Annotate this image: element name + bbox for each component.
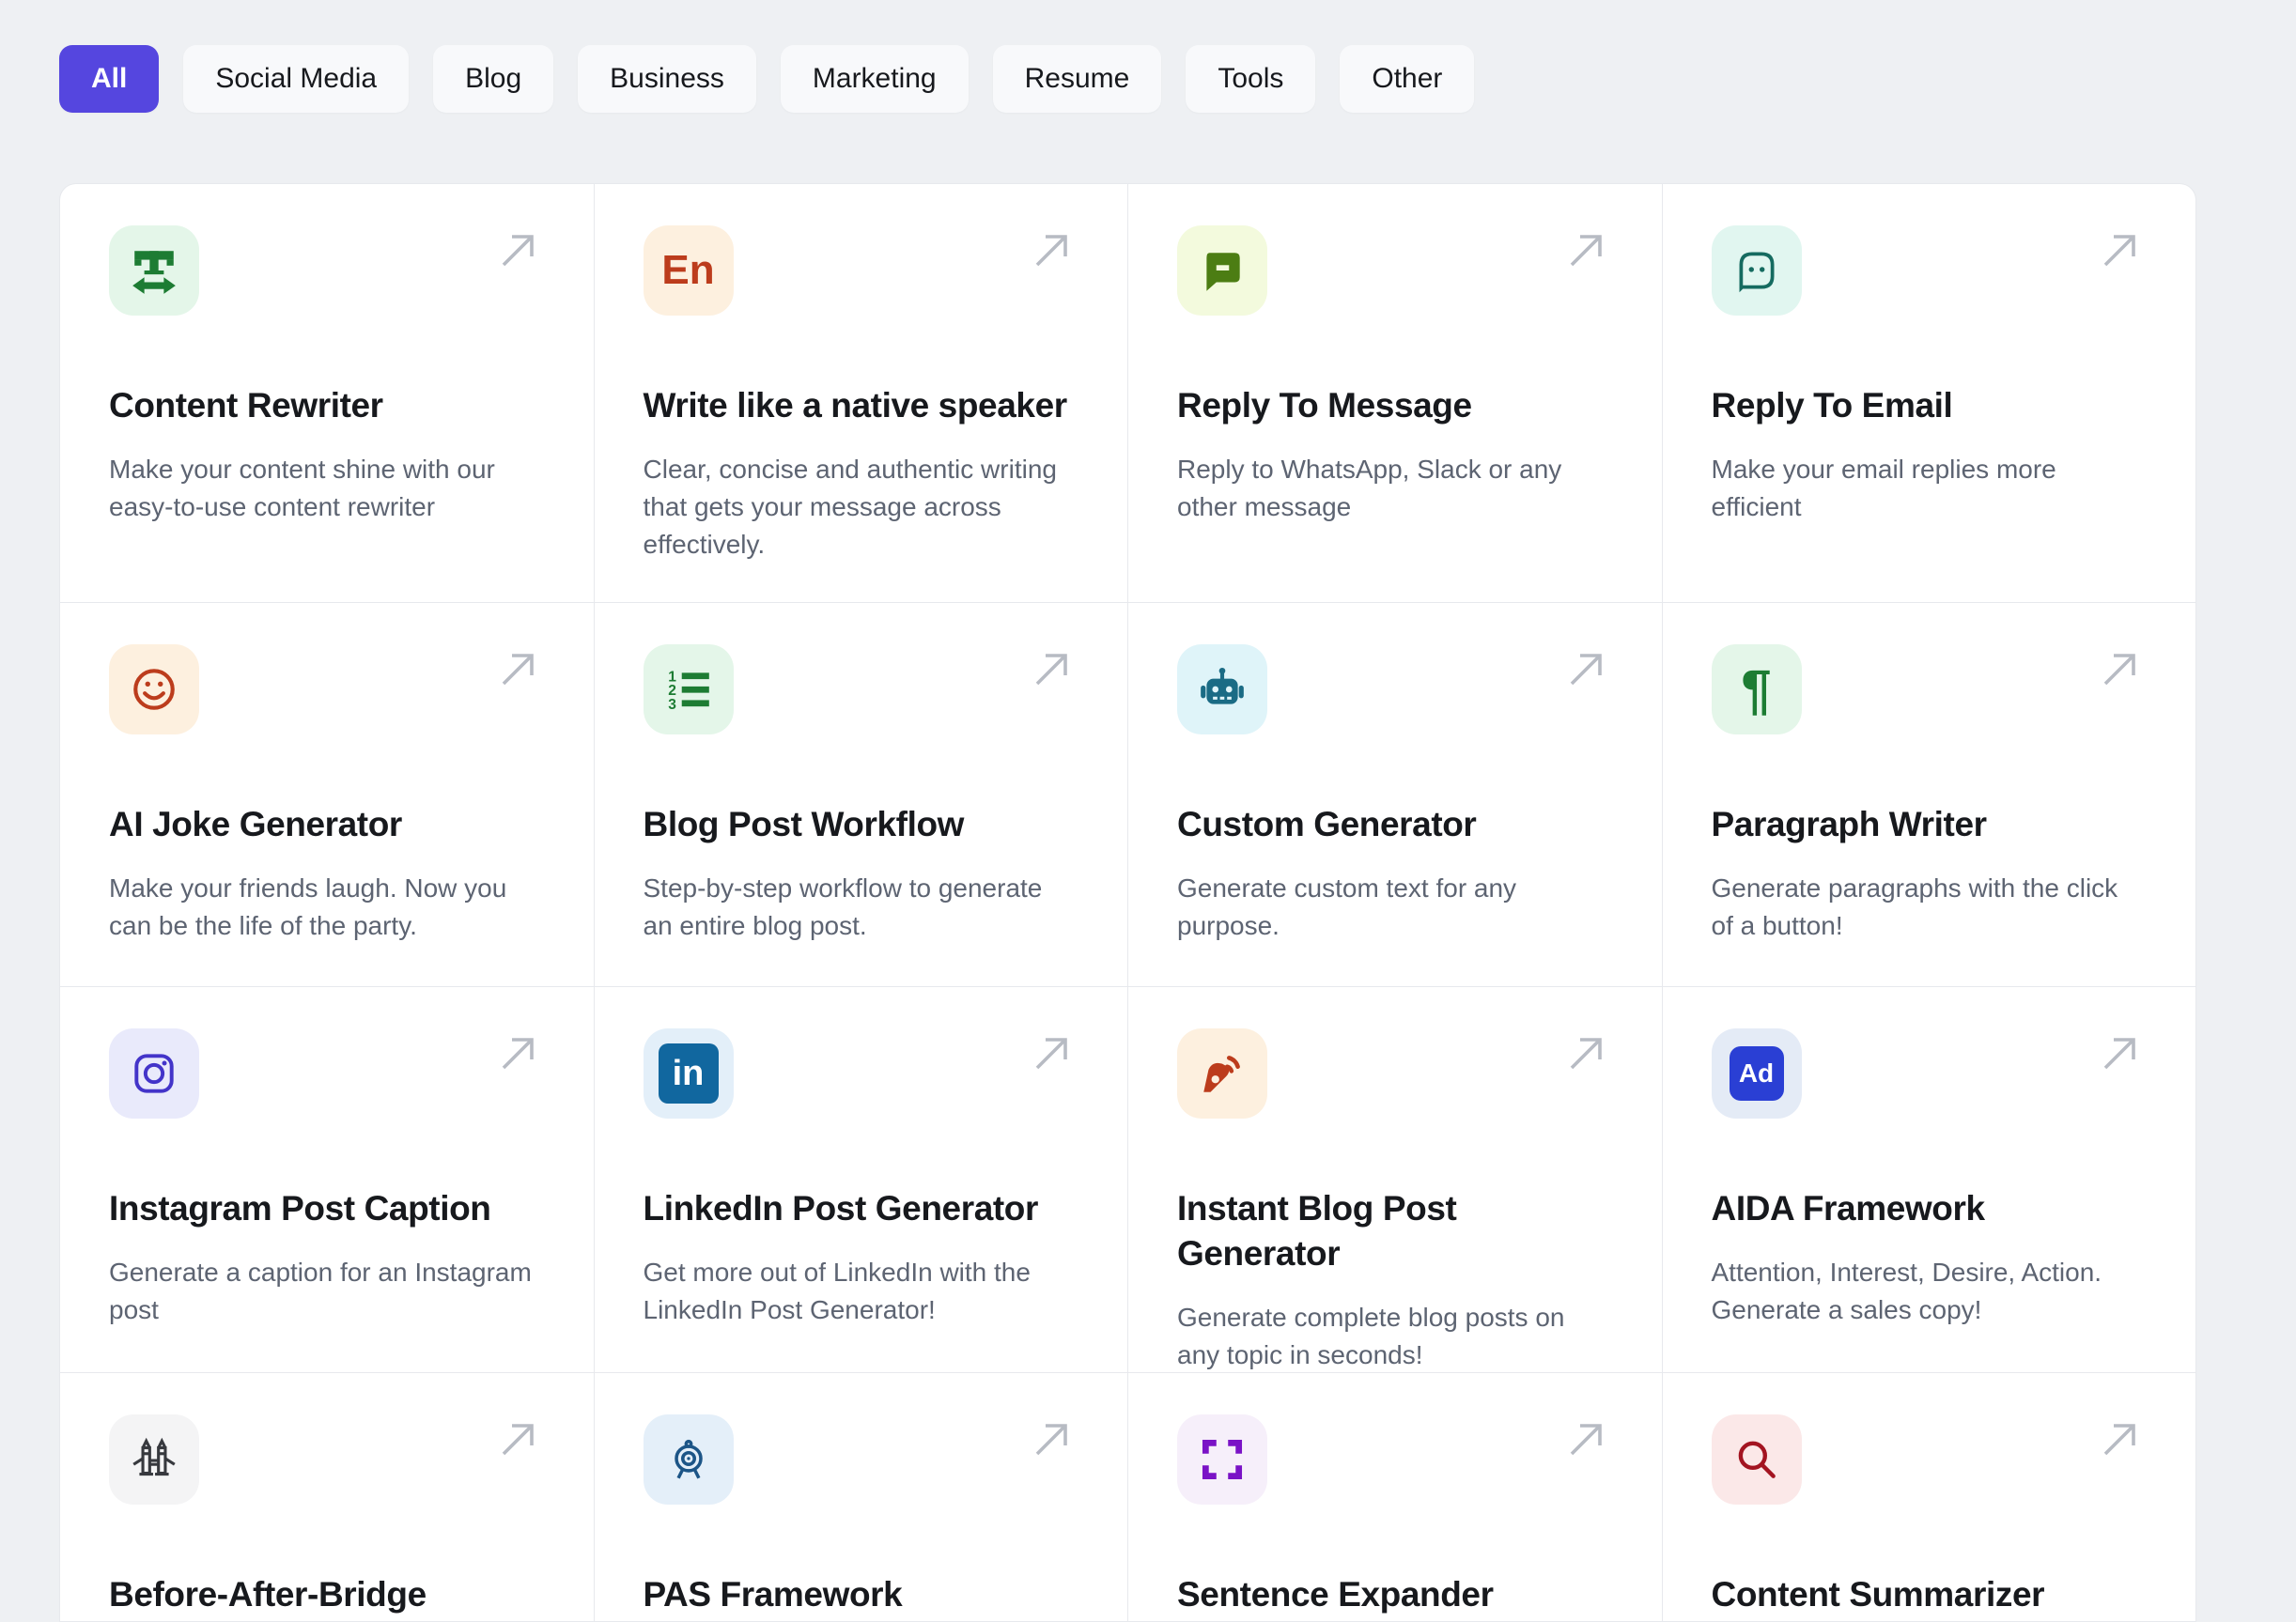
filter-tab-business[interactable]: Business (578, 45, 756, 113)
card-title: Blog Post Workflow (643, 805, 965, 843)
pilcrow-icon: ¶ (1711, 644, 1802, 734)
ad-badge-icon: Ad (1711, 1028, 1802, 1119)
card-description: Generate complete blog posts on any topi… (1177, 1303, 1565, 1369)
tool-card[interactable]: Ad AIDA Framework Attention, Interest, D… (1662, 987, 2195, 1372)
tool-card[interactable]: in LinkedIn Post Generator Get more out … (594, 987, 1127, 1372)
open-in-new-arrow-icon[interactable] (1030, 1416, 1075, 1461)
open-in-new-arrow-icon[interactable] (2098, 1030, 2143, 1075)
open-in-new-arrow-icon[interactable] (1030, 646, 1075, 691)
card-title: Before-After-Bridge (109, 1575, 427, 1614)
tool-card[interactable]: En Write like a native speaker Clear, co… (594, 184, 1127, 602)
linkedin-badge-icon: in (643, 1028, 734, 1119)
text-width-icon (109, 225, 199, 316)
open-in-new-arrow-icon[interactable] (1564, 1416, 1609, 1461)
ordered-list-icon: 123 (643, 644, 734, 734)
card-description: Make your friends laugh. Now you can be … (109, 873, 507, 940)
tool-card[interactable]: 123 Blog Post Workflow Step-by-step work… (594, 603, 1127, 986)
card-title: Paragraph Writer (1711, 805, 1988, 843)
filter-tab-blog[interactable]: Blog (433, 45, 554, 113)
card-title: PAS Framework (643, 1575, 903, 1614)
smiley-icon (109, 644, 199, 734)
open-in-new-arrow-icon[interactable] (496, 1030, 541, 1075)
pen-signal-icon (1177, 1028, 1267, 1119)
open-in-new-arrow-icon[interactable] (1564, 227, 1609, 272)
tool-card[interactable]: Instant Blog Post Generator Generate com… (1128, 987, 1662, 1372)
card-description: Generate a caption for an Instagram post (109, 1258, 532, 1324)
card-title: Reply To Message (1177, 386, 1472, 425)
tool-card[interactable]: Before-After-Bridge (60, 1373, 594, 1621)
filter-tab-resume[interactable]: Resume (992, 45, 1162, 113)
card-title: Write like a native speaker (643, 386, 1068, 425)
card-title: AIDA Framework (1711, 1189, 1986, 1228)
open-in-new-arrow-icon[interactable] (2098, 1416, 2143, 1461)
tool-card[interactable]: Instagram Post Caption Generate a captio… (60, 987, 594, 1372)
chat-bubble-minus-icon (1177, 225, 1267, 316)
open-in-new-arrow-icon[interactable] (2098, 646, 2143, 691)
filter-tab-social-media[interactable]: Social Media (183, 45, 410, 113)
tool-card[interactable]: Content Summarizer (1662, 1373, 2195, 1621)
card-title: Reply To Email (1711, 386, 1953, 425)
target-stand-icon (643, 1414, 734, 1505)
card-title: AI Joke Generator (109, 805, 402, 843)
en-language-icon: En (643, 225, 734, 316)
chat-bubble-dots-icon (1711, 225, 1802, 316)
card-title: Instant Blog Post Generator (1177, 1189, 1457, 1273)
card-description: Make your email replies more efficient (1711, 455, 2056, 521)
card-description: Generate paragraphs with the click of a … (1711, 873, 2118, 940)
tool-card[interactable]: Content Rewriter Make your content shine… (60, 184, 594, 602)
expand-icon (1177, 1414, 1267, 1505)
instagram-icon (109, 1028, 199, 1119)
templates-grid: Content Rewriter Make your content shine… (60, 184, 2195, 1621)
card-description: Generate custom text for any purpose. (1177, 873, 1517, 940)
svg-text:3: 3 (668, 697, 676, 713)
card-description: Get more out of LinkedIn with the Linked… (643, 1258, 1031, 1324)
card-title: Sentence Expander (1177, 1575, 1494, 1614)
tool-card[interactable]: AI Joke Generator Make your friends laug… (60, 603, 594, 986)
filter-tab-tools[interactable]: Tools (1186, 45, 1316, 113)
card-title: Custom Generator (1177, 805, 1477, 843)
card-title: Content Summarizer (1711, 1575, 2045, 1614)
open-in-new-arrow-icon[interactable] (1564, 646, 1609, 691)
card-description: Attention, Interest, Desire, Action. Gen… (1711, 1258, 2102, 1324)
open-in-new-arrow-icon[interactable] (496, 646, 541, 691)
card-description: Step-by-step workflow to generate an ent… (643, 873, 1043, 940)
tool-card[interactable]: Reply To Message Reply to WhatsApp, Slac… (1128, 184, 1662, 602)
robot-icon (1177, 644, 1267, 734)
card-description: Reply to WhatsApp, Slack or any other me… (1177, 455, 1562, 521)
magnifier-icon (1711, 1414, 1802, 1505)
filter-tab-other[interactable]: Other (1340, 45, 1475, 113)
card-title: Instagram Post Caption (109, 1189, 491, 1228)
open-in-new-arrow-icon[interactable] (496, 1416, 541, 1461)
open-in-new-arrow-icon[interactable] (1030, 1030, 1075, 1075)
open-in-new-arrow-icon[interactable] (496, 227, 541, 272)
open-in-new-arrow-icon[interactable] (2098, 227, 2143, 272)
tool-card[interactable]: ¶ Paragraph Writer Generate paragraphs w… (1662, 603, 2195, 986)
category-filter-bar: All Social Media Blog Business Marketing Resu… (59, 45, 1475, 113)
card-title: LinkedIn Post Generator (643, 1189, 1039, 1228)
tool-card[interactable]: Sentence Expander (1128, 1373, 1662, 1621)
tool-card[interactable]: Custom Generator Generate custom text fo… (1128, 603, 1662, 986)
templates-panel: Content Rewriter Make your content shine… (59, 183, 2196, 1622)
open-in-new-arrow-icon[interactable] (1030, 227, 1075, 272)
tool-card[interactable]: PAS Framework (594, 1373, 1127, 1621)
card-description: Make your content shine with our easy-to… (109, 455, 495, 521)
card-description: Clear, concise and authentic writing tha… (643, 455, 1057, 559)
filter-tab-marketing[interactable]: Marketing (780, 45, 969, 113)
open-in-new-arrow-icon[interactable] (1564, 1030, 1609, 1075)
bridge-icon (109, 1414, 199, 1505)
filter-tab-all[interactable]: All (59, 45, 160, 113)
tool-card[interactable]: Reply To Email Make your email replies m… (1662, 184, 2195, 602)
card-title: Content Rewriter (109, 386, 383, 425)
